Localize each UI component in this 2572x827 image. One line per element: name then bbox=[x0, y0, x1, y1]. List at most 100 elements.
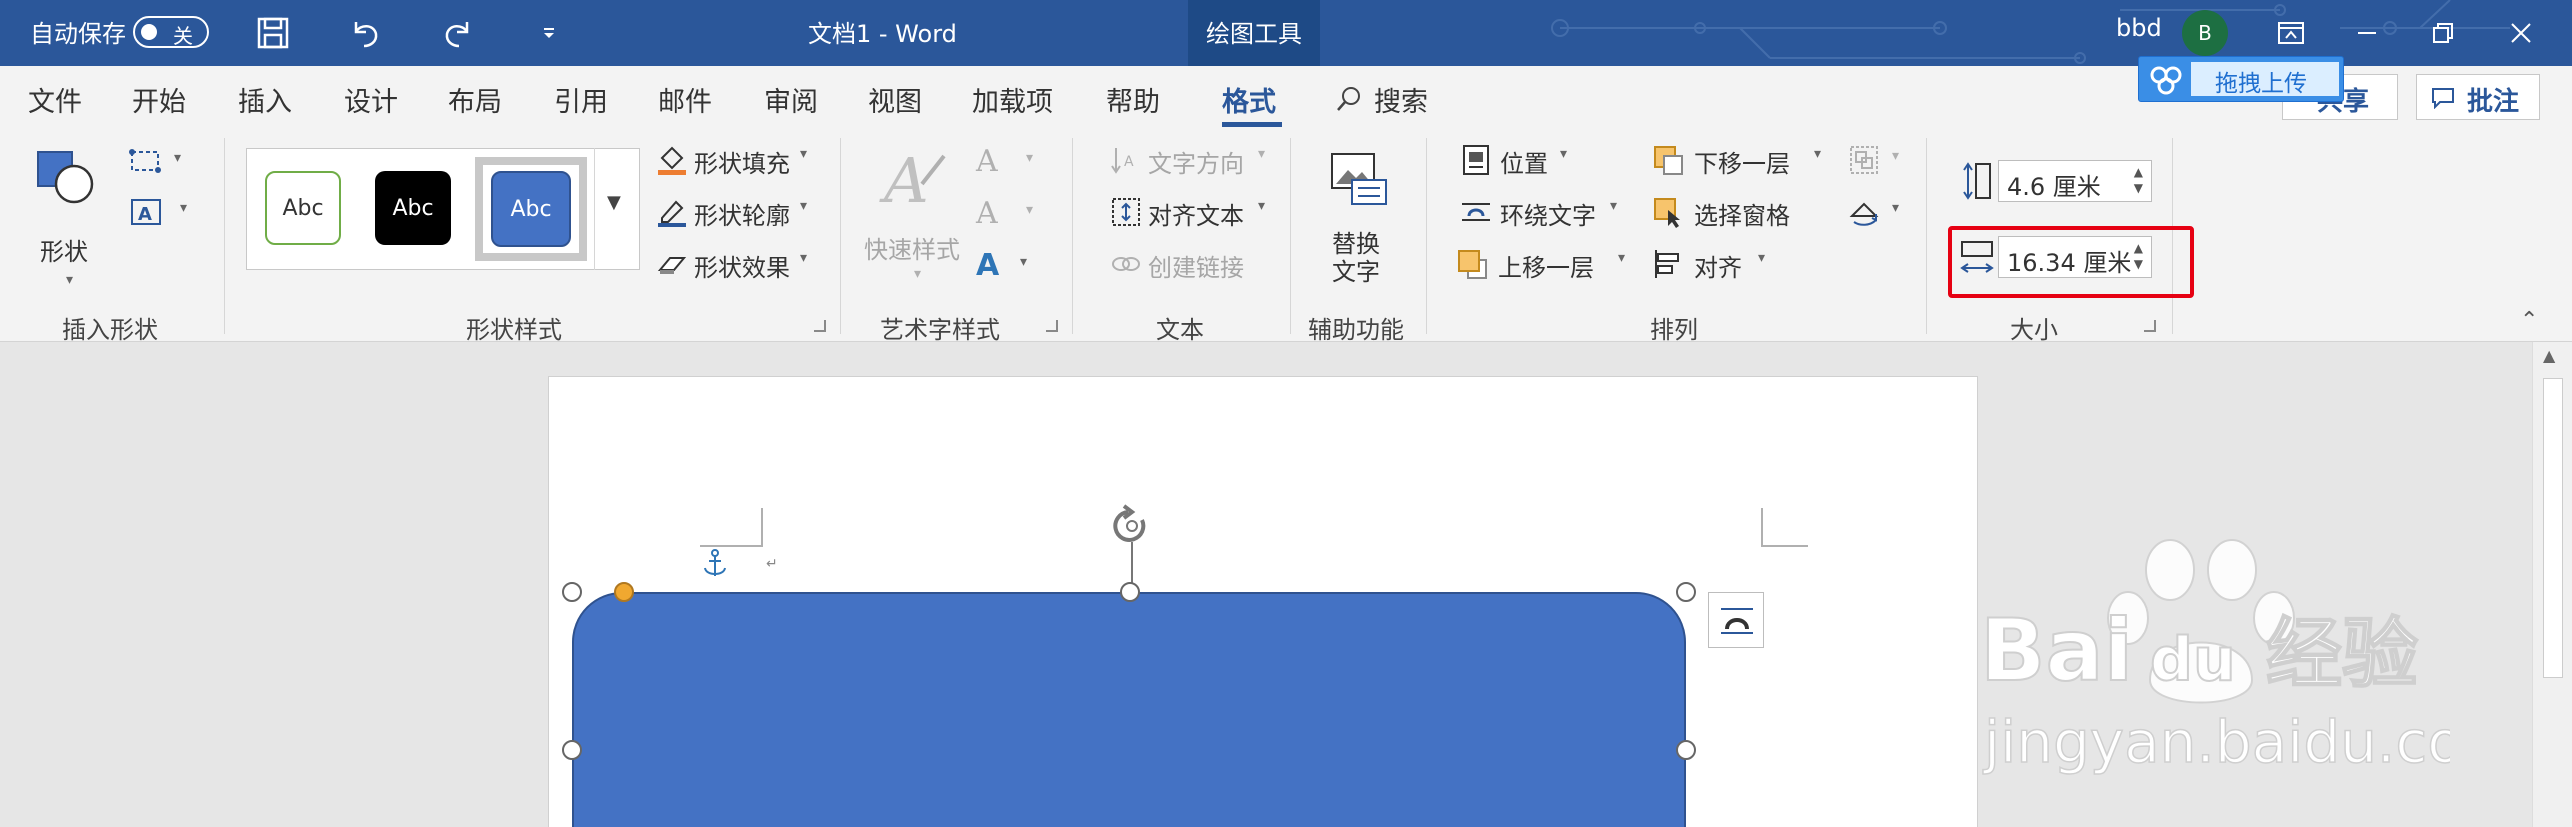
tab-format[interactable]: 格式 bbox=[1222, 80, 1276, 119]
tab-help[interactable]: 帮助 bbox=[1106, 80, 1160, 119]
text-fill-button: A ▾ bbox=[976, 144, 1046, 180]
tab-layout[interactable]: 布局 bbox=[448, 80, 502, 119]
alt-text-icon bbox=[1331, 153, 1387, 205]
text-effects-button[interactable]: A ▾ bbox=[976, 248, 1046, 284]
resize-handle-top-left[interactable] bbox=[562, 582, 582, 602]
tab-addins[interactable]: 加载项 bbox=[972, 80, 1053, 119]
height-spin-up-icon[interactable]: ▲ bbox=[2134, 165, 2143, 179]
shape-outline-button[interactable]: 形状轮廓 ▾ bbox=[656, 196, 836, 232]
tab-review[interactable]: 审阅 bbox=[764, 80, 818, 119]
undo-icon[interactable] bbox=[344, 12, 386, 54]
shapes-label: 形状 bbox=[40, 238, 88, 266]
height-spin-down-icon[interactable]: ▼ bbox=[2134, 181, 2143, 195]
text-fill-icon: A bbox=[976, 144, 998, 179]
resize-handle-top[interactable] bbox=[1120, 582, 1140, 602]
align-label: 对齐 bbox=[1694, 254, 1742, 282]
tab-view[interactable]: 视图 bbox=[868, 80, 922, 119]
position-label: 位置 bbox=[1500, 150, 1548, 178]
resize-handle-left[interactable] bbox=[562, 740, 582, 760]
svg-text:经验: 经验 bbox=[2266, 609, 2418, 698]
autosave-toggle[interactable]: 关 bbox=[133, 16, 209, 48]
vertical-scrollbar[interactable]: ▲ bbox=[2532, 342, 2572, 827]
tab-design[interactable]: 设计 bbox=[344, 80, 398, 119]
effects-caret-icon: ▾ bbox=[800, 250, 808, 266]
shape-fill-button[interactable]: 形状填充 ▾ bbox=[656, 144, 836, 180]
resize-handle-right[interactable] bbox=[1676, 740, 1696, 760]
word-window: 自动保存 关 文档1 - Word 绘图工具 bbd B 文件 开始 插入 设计… bbox=[0, 0, 2572, 827]
shape-style-gallery: Abc Abc Abc bbox=[246, 148, 640, 270]
size-dialog-launcher-icon[interactable] bbox=[2144, 320, 2156, 332]
gallery-more-button[interactable]: ▼ bbox=[594, 148, 640, 270]
accessibility-group-label: 辅助功能 bbox=[1308, 316, 1404, 344]
size-group-label: 大小 bbox=[2010, 316, 2058, 344]
text-outline-button: A ▾ bbox=[976, 196, 1046, 232]
style-sample-outline-green[interactable]: Abc bbox=[265, 171, 341, 245]
shape-effects-button[interactable]: 形状效果 ▾ bbox=[656, 248, 836, 284]
restore-icon[interactable] bbox=[2422, 12, 2464, 54]
wordart-dialog-launcher-icon[interactable] bbox=[1046, 320, 1058, 332]
ribbon-display-options-icon[interactable] bbox=[2270, 12, 2312, 54]
group-separator bbox=[224, 138, 225, 334]
svg-text:A: A bbox=[879, 144, 929, 214]
rotate-button[interactable]: ▾ bbox=[1848, 196, 1908, 232]
selection-pane-button[interactable]: 选择窗格 bbox=[1652, 196, 1832, 232]
search-label: 搜索 bbox=[1374, 87, 1428, 118]
rotate-caret-icon: ▾ bbox=[1892, 200, 1900, 216]
shape-styles-dialog-launcher-icon[interactable] bbox=[814, 320, 826, 332]
shape-height-input[interactable]: 4.6 厘米 ▲ ▼ bbox=[1998, 160, 2152, 202]
drawing-tools-label: 绘图工具 bbox=[1206, 20, 1302, 48]
text-effects-icon: A bbox=[976, 248, 1000, 283]
position-icon bbox=[1463, 145, 1489, 175]
create-link-button: 创建链接 bbox=[1110, 248, 1270, 284]
comments-button[interactable]: 批注 bbox=[2416, 74, 2540, 120]
user-name: bbd bbox=[2116, 14, 2162, 42]
resize-handle-top-right[interactable] bbox=[1676, 582, 1696, 602]
redo-icon[interactable] bbox=[437, 12, 479, 54]
fill-caret-icon: ▾ bbox=[800, 146, 808, 162]
minimize-icon[interactable] bbox=[2346, 12, 2388, 54]
adjust-handle[interactable] bbox=[614, 582, 634, 602]
wrap-text-icon bbox=[1462, 203, 1490, 221]
toggle-knob bbox=[141, 24, 157, 40]
scroll-up-icon[interactable]: ▲ bbox=[2543, 346, 2555, 365]
text-box-caret-icon: ▾ bbox=[180, 200, 188, 216]
svg-text:A: A bbox=[138, 204, 152, 225]
rotation-handle-icon[interactable] bbox=[1106, 502, 1158, 592]
save-icon[interactable] bbox=[252, 12, 294, 54]
scroll-thumb[interactable] bbox=[2543, 378, 2563, 678]
shape-styles-group-label: 形状样式 bbox=[466, 316, 562, 344]
customize-toolbar-icon[interactable] bbox=[528, 12, 570, 54]
align-text-button[interactable]: 对齐文本 ▾ bbox=[1110, 196, 1270, 232]
align-text-icon bbox=[1112, 198, 1140, 226]
text-box-button[interactable]: A ▾ bbox=[128, 196, 198, 232]
bring-forward-button[interactable]: 上移一层 ▾ bbox=[1456, 248, 1636, 284]
collapse-ribbon-icon[interactable]: ⌃ bbox=[2520, 308, 2538, 333]
wrap-text-button[interactable]: 环绕文字 ▾ bbox=[1460, 196, 1630, 232]
edit-shape-button[interactable]: ▾ bbox=[128, 146, 188, 182]
tab-mailings[interactable]: 邮件 bbox=[658, 80, 712, 119]
search-box[interactable]: 搜索 bbox=[1334, 80, 1494, 120]
align-button[interactable]: 对齐 ▾ bbox=[1652, 248, 1782, 284]
style-sample-selected-frame[interactable]: Abc bbox=[475, 157, 587, 261]
tab-references[interactable]: 引用 bbox=[554, 80, 608, 119]
group-caret-icon: ▾ bbox=[1892, 148, 1900, 164]
position-button[interactable]: 位置 ▾ bbox=[1460, 144, 1580, 180]
layout-options-button[interactable] bbox=[1708, 592, 1764, 648]
cloud-upload-badge[interactable]: 拖拽上传 bbox=[2138, 56, 2344, 102]
text-direction-caret-icon: ▾ bbox=[1258, 146, 1266, 162]
tab-file[interactable]: 文件 bbox=[28, 80, 82, 119]
autosave-state: 关 bbox=[173, 24, 193, 48]
quick-styles-button[interactable]: A 快速样式 ▾ bbox=[860, 144, 970, 284]
send-backward-button[interactable]: 下移一层 ▾ bbox=[1652, 144, 1832, 180]
tab-home[interactable]: 开始 bbox=[132, 80, 186, 119]
shapes-button[interactable]: 形状 ▾ bbox=[26, 148, 110, 288]
alt-text-button[interactable]: 替换 文字 bbox=[1318, 150, 1408, 290]
text-direction-label: 文字方向 bbox=[1148, 150, 1244, 178]
group-separator bbox=[1290, 138, 1291, 334]
avatar[interactable]: B bbox=[2182, 10, 2228, 56]
upload-label: 拖拽上传 bbox=[2215, 71, 2307, 97]
tab-insert[interactable]: 插入 bbox=[238, 80, 292, 119]
rounded-rectangle-shape[interactable] bbox=[572, 592, 1686, 827]
style-sample-black[interactable]: Abc bbox=[375, 171, 451, 245]
close-icon[interactable] bbox=[2500, 12, 2542, 54]
